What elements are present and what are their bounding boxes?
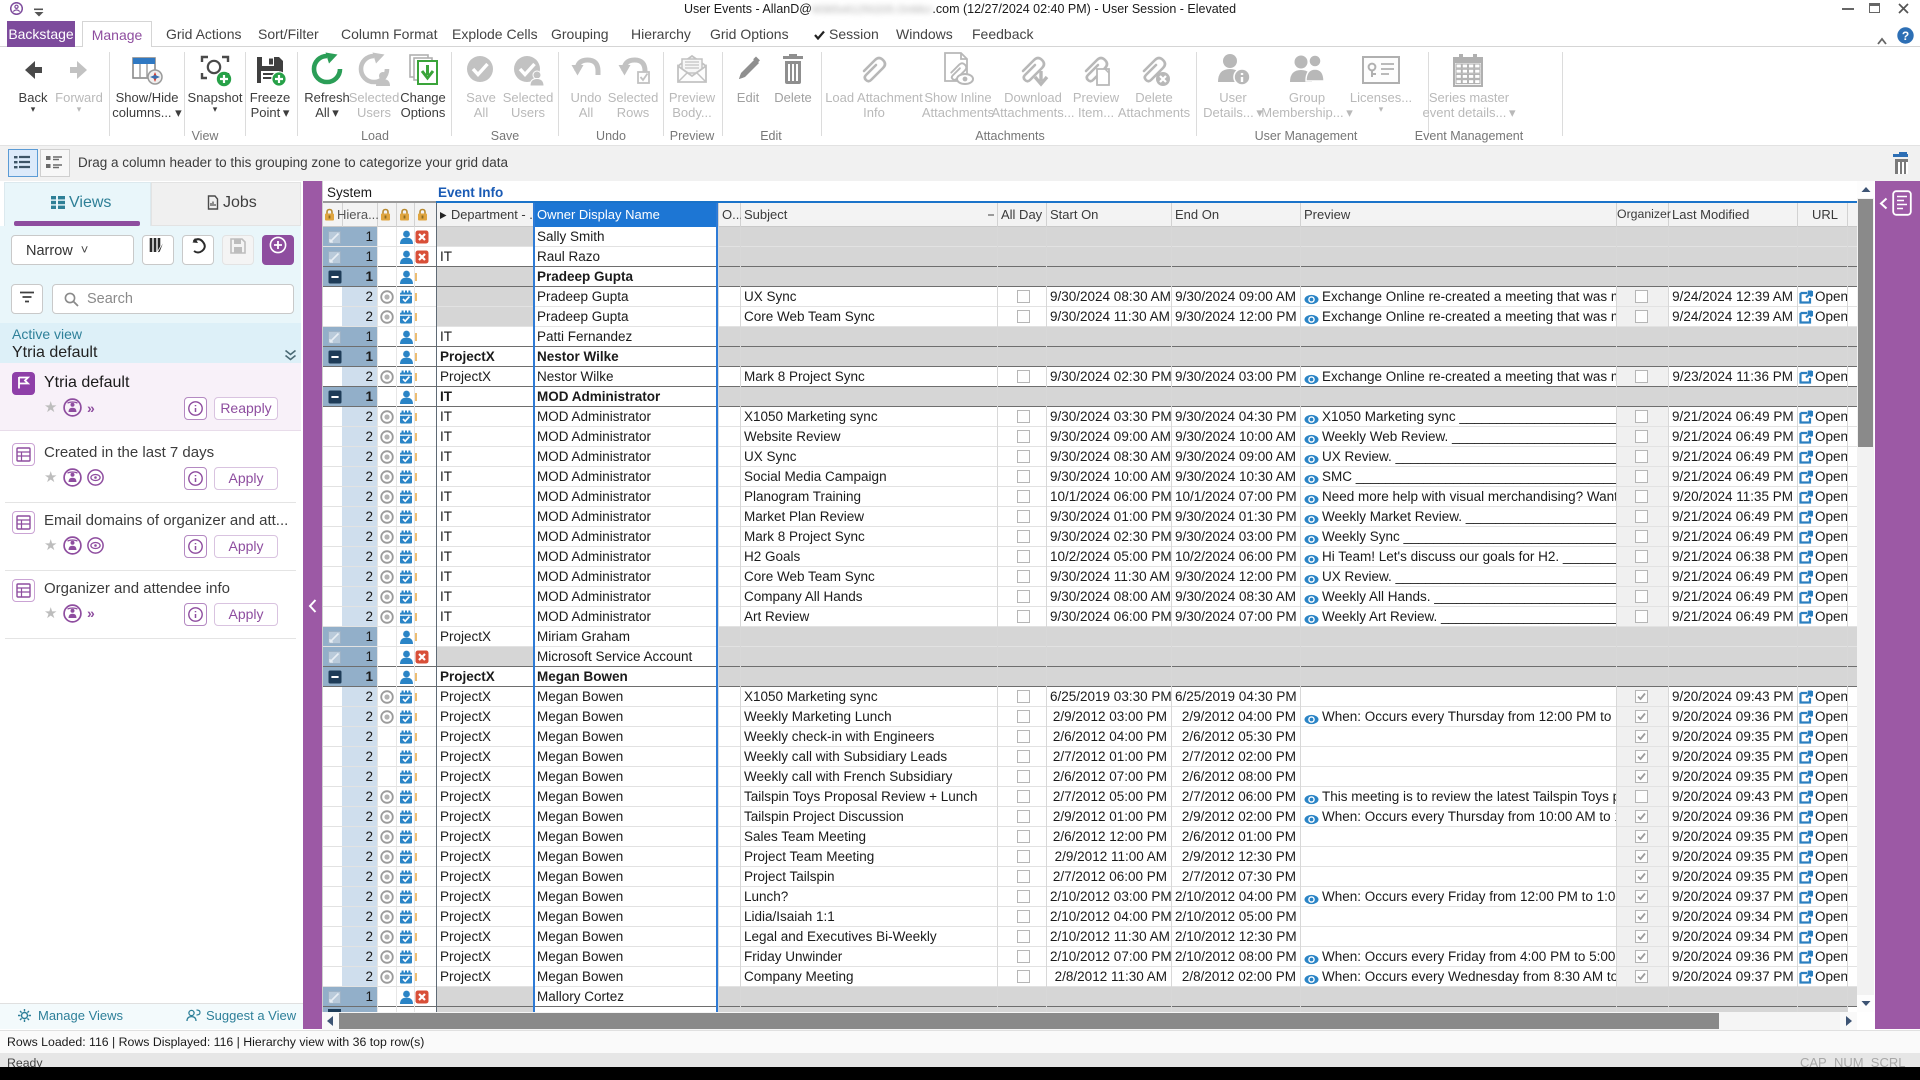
svg-text:?: ? <box>1902 29 1909 43</box>
